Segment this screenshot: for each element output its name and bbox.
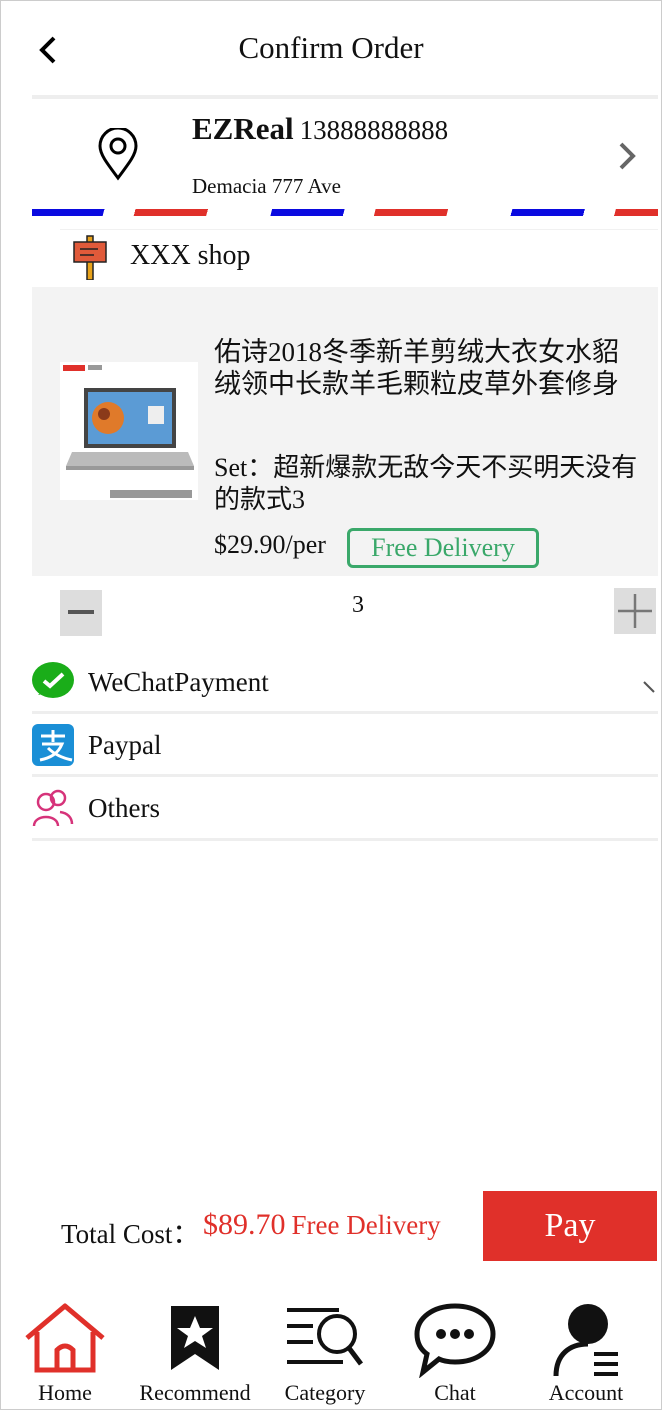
airmail-stripe-border [32, 209, 658, 216]
minus-icon [68, 610, 94, 614]
recipient-phone: 13888888888 [299, 115, 449, 145]
header-divider [32, 95, 658, 99]
row-divider [32, 711, 658, 714]
tab-label: Account [548, 1380, 624, 1405]
product-image [60, 362, 198, 500]
shop-sign-icon [73, 235, 107, 280]
recipient-name: EZReal [192, 111, 294, 146]
tab-label: Home [38, 1380, 92, 1405]
tab-account[interactable]: Account [521, 1296, 651, 1408]
shop-name[interactable]: XXX shop [130, 240, 251, 272]
quantity-decrease-button[interactable] [60, 590, 102, 636]
recipient-line: EZReal 13888888888 [192, 111, 448, 147]
payment-label: Paypal [88, 730, 162, 760]
tab-label: Category [284, 1380, 366, 1405]
location-pin-icon [98, 128, 138, 181]
row-divider [32, 774, 658, 777]
tab-home[interactable]: Home [0, 1296, 130, 1408]
total-delivery-note: Free Delivery [291, 1210, 441, 1240]
tab-chat[interactable]: Chat [390, 1296, 520, 1408]
quantity-value: 3 [352, 592, 364, 618]
bookmark-star-icon [171, 1306, 219, 1370]
page-title: Confirm Order [238, 30, 424, 65]
tab-label: Chat [434, 1380, 476, 1405]
chevron-down-icon [643, 681, 655, 693]
quantity-increase-button[interactable] [614, 588, 656, 634]
product-title: 佑诗2018冬季新羊剪绒大衣女水貂绒领中长款羊毛颗粒皮草外套修身 [214, 337, 619, 399]
chevron-right-icon [619, 142, 636, 170]
chevron-left-icon [39, 36, 56, 64]
pay-button[interactable]: Pay [483, 1191, 657, 1261]
product-price: $29.90/per [214, 530, 326, 559]
account-icon [553, 1304, 618, 1377]
alipay-icon [32, 724, 74, 766]
back-button[interactable] [34, 30, 64, 70]
home-icon [25, 1303, 105, 1373]
total-cost-value: $89.70 [203, 1208, 286, 1241]
tab-category[interactable]: Category [260, 1296, 390, 1408]
row-divider [32, 838, 658, 841]
recipient-address: Demacia 777 Ave [192, 174, 341, 198]
payment-label: WeChatPayment [88, 667, 269, 697]
chat-bubble-icon [414, 1303, 496, 1378]
total-cost: $89.70 Free Delivery [203, 1208, 441, 1242]
product-set: Set：超新爆款无敌今天不买明天没有的款式3 [214, 453, 638, 514]
tab-recommend[interactable]: Recommend [130, 1296, 260, 1408]
payment-label: Others [88, 793, 160, 823]
wechat-pay-icon [32, 662, 74, 698]
free-delivery-badge: Free Delivery [347, 528, 539, 568]
total-cost-label: Total Cost： [61, 1219, 200, 1249]
plus-icon [618, 594, 652, 628]
people-icon [32, 789, 74, 827]
tab-label: Recommend [139, 1380, 251, 1405]
category-search-icon [287, 1308, 363, 1366]
